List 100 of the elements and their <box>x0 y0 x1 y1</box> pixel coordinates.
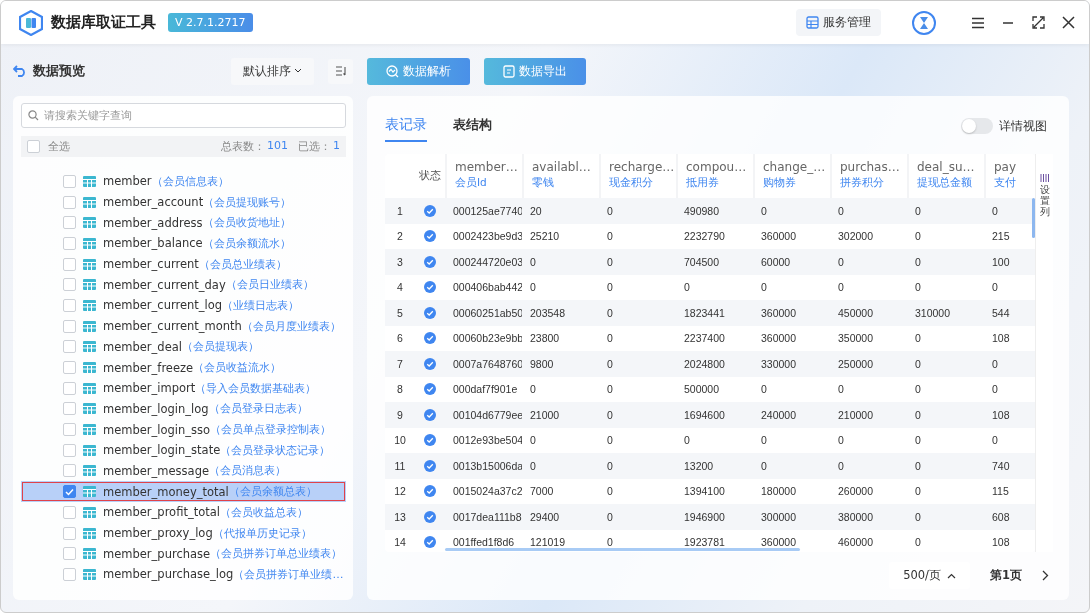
table-list-item[interactable]: member_current（会员总业绩表） <box>21 253 346 275</box>
table-list-item[interactable]: member_current_log（业绩日志表） <box>21 295 346 316</box>
tab[interactable]: 表结构 <box>453 110 492 142</box>
table-icon <box>83 568 96 580</box>
selected-label: 已选： <box>298 139 331 154</box>
table-icon <box>83 320 96 332</box>
table-list-item[interactable]: member_purchase_log（会员拼券订单业绩… <box>21 564 346 585</box>
checkbox[interactable] <box>63 361 76 375</box>
checkbox[interactable] <box>63 443 76 457</box>
caret-icon <box>947 572 956 579</box>
table-list-item[interactable]: member_balance（会员余额流水） <box>21 233 346 254</box>
scrollbar[interactable] <box>1032 198 1035 238</box>
search-field[interactable]: 请搜索关键字查询 <box>21 103 346 128</box>
table-icon <box>83 279 96 291</box>
checkbox[interactable] <box>63 236 76 250</box>
table-name: member_account <box>103 195 204 210</box>
table-list-item[interactable]: member_current_day（会员日业绩表） <box>21 274 346 296</box>
column-description: 提现总金额 <box>917 176 973 190</box>
checkbox[interactable] <box>63 547 76 561</box>
table-list-item[interactable]: member_deal（会员提现表） <box>21 336 346 358</box>
table-cell: 0 <box>838 204 844 217</box>
detail-view-label: 详情视图 <box>999 118 1047 134</box>
table-cell: 001ffed1f8d6 <box>453 536 515 549</box>
table-description: （会员提现账号） <box>203 194 292 210</box>
checkbox[interactable] <box>63 340 76 354</box>
checkbox[interactable] <box>63 381 76 395</box>
service-button[interactable]: 服务管理 <box>796 9 881 36</box>
tab[interactable]: 表记录 <box>385 110 427 142</box>
column-header: compou… <box>686 160 748 174</box>
checkbox[interactable] <box>63 278 76 292</box>
checkbox[interactable] <box>27 140 40 153</box>
back-icon[interactable] <box>13 65 27 77</box>
checkbox[interactable] <box>63 195 76 209</box>
table-name: member_current_day <box>103 277 226 292</box>
table-list-item[interactable]: member（会员信息表） <box>21 171 346 192</box>
checkbox[interactable] <box>63 402 76 416</box>
table-list-item[interactable]: member_message（会员消息表） <box>21 460 346 482</box>
checkbox[interactable] <box>63 505 76 519</box>
table-list-item[interactable]: member_address（会员收货地址） <box>21 212 346 234</box>
table-list-item[interactable]: member_purchase（会员拼券订单总业绩表） <box>21 543 346 565</box>
checkbox[interactable] <box>63 319 76 333</box>
table-cell: 240000 <box>761 408 797 421</box>
scrollbar[interactable] <box>445 548 800 551</box>
checkbox[interactable] <box>63 216 76 230</box>
checkbox[interactable] <box>63 485 76 499</box>
column-settings-button[interactable]: 设置列 <box>1037 174 1052 217</box>
table-list-item[interactable]: member_profit_total（会员收益总表） <box>21 502 346 523</box>
table-cell: 0 <box>838 255 844 268</box>
table-cell: 300000 <box>761 510 797 523</box>
table-cell: 9800 <box>530 357 554 370</box>
table-list-item[interactable]: member_proxy_log（代报单历史记录） <box>21 522 346 544</box>
table-cell: 2024800 <box>684 357 725 370</box>
checkbox[interactable] <box>63 298 76 312</box>
table-description: （会员提现表） <box>181 339 259 355</box>
table-list-item[interactable]: member_money_total（会员余额总表） <box>21 481 346 502</box>
table-cell: 250000 <box>838 357 874 370</box>
checkbox[interactable] <box>63 464 76 478</box>
table-icon <box>83 196 96 208</box>
table-description: （会员总业绩表） <box>198 256 287 272</box>
table-cell: 0 <box>992 281 998 294</box>
table-cell: 2232790 <box>684 230 725 243</box>
row-number: 8 <box>396 383 404 396</box>
table-list-item[interactable]: member_freeze（会员收益流水） <box>21 357 346 378</box>
table-name: member_address <box>103 215 203 230</box>
app-title: 数据库取证工具 <box>51 13 156 32</box>
sort-order-icon[interactable] <box>328 58 353 84</box>
next-page-icon[interactable] <box>1042 570 1049 581</box>
table-list-item[interactable]: member_current_month（会员月度业绩表） <box>21 315 346 337</box>
table-cell: 490980 <box>684 204 720 217</box>
sort-dropdown[interactable]: 默认排序 <box>231 57 314 85</box>
table-list-item[interactable]: member_login_sso（会员单点登录控制表） <box>21 419 346 440</box>
checkbox[interactable] <box>63 567 76 581</box>
column-header: recharge… <box>609 160 676 174</box>
table-list-item[interactable]: member_login_state（会员登录状态记录） <box>21 439 346 461</box>
table-cell: 0 <box>761 204 767 217</box>
table-list-item[interactable]: member_login_log（会员登录日志表） <box>21 398 346 420</box>
table-cell: 0 <box>992 383 998 396</box>
checkbox[interactable] <box>63 423 76 437</box>
table-cell: 310000 <box>915 306 951 319</box>
table-name: member_freeze <box>103 360 194 375</box>
table-cell: 0 <box>915 459 921 472</box>
row-number: 6 <box>396 332 404 345</box>
column-header: 状态 <box>419 169 441 183</box>
table-cell: 704500 <box>684 255 720 268</box>
table-name: member_import <box>103 381 196 396</box>
table-list-item[interactable]: member_import（导入会员数据基础表） <box>21 377 346 399</box>
hourglass-icon[interactable] <box>911 9 937 36</box>
checkbox[interactable] <box>63 257 76 271</box>
table-cell: 0 <box>607 281 613 294</box>
checkbox[interactable] <box>63 174 76 188</box>
table-icon <box>83 506 96 518</box>
column-description: 支付 <box>994 176 1017 190</box>
table-cell: 0 <box>838 281 844 294</box>
table-cell: 0 <box>915 357 921 370</box>
table-cell: 0 <box>607 383 613 396</box>
checkbox[interactable] <box>63 526 76 540</box>
detail-view-toggle[interactable] <box>961 118 993 134</box>
table-name: member_balance <box>103 236 203 251</box>
table-list-item[interactable]: member_account（会员提现账号） <box>21 191 346 213</box>
table-cell: 0 <box>838 383 844 396</box>
